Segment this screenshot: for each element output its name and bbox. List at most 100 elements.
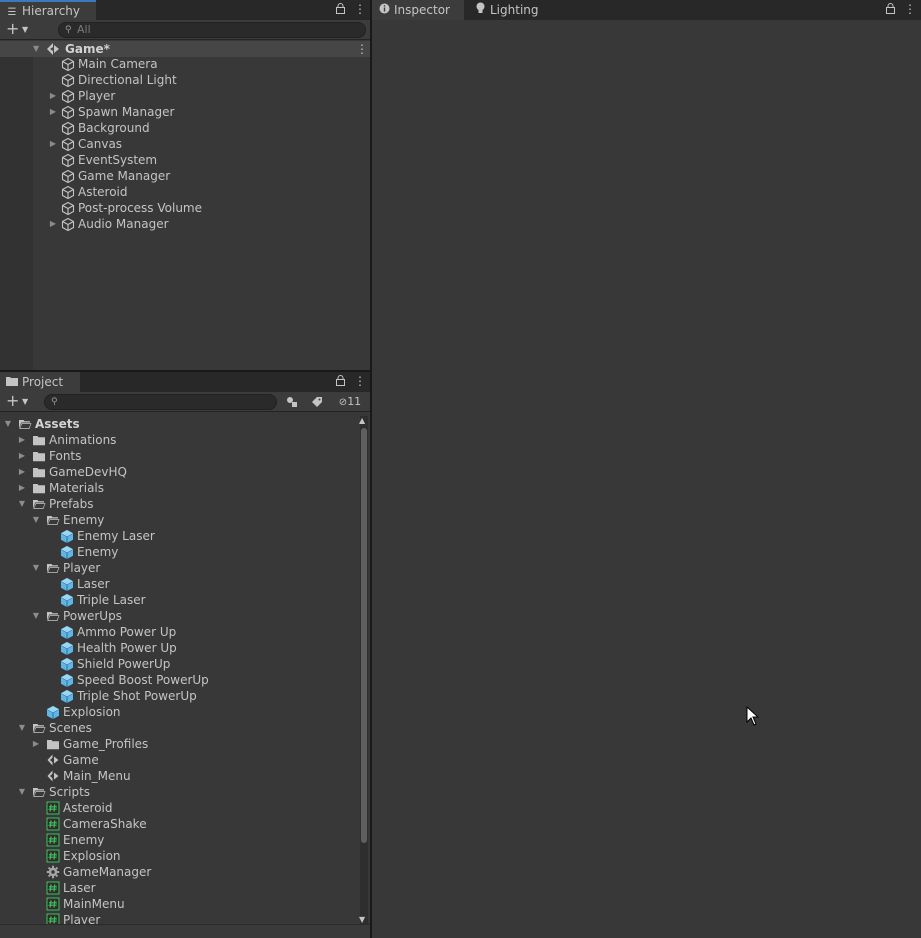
hierarchy-item-label: Main Camera [78, 57, 158, 71]
project-tree-item[interactable]: Main_Menu [0, 768, 370, 784]
hierarchy-item[interactable]: Main Camera [0, 56, 370, 72]
scene-menu-icon[interactable]: ⋮ [356, 41, 368, 57]
collapse-arrow-icon[interactable]: ▼ [31, 512, 41, 528]
project-tree-item[interactable]: Laser [0, 880, 370, 896]
project-tree-item[interactable]: Explosion [0, 848, 370, 864]
project-search-input[interactable]: ⚲ [44, 394, 277, 410]
project-tree-item[interactable]: Health Power Up [0, 640, 370, 656]
project-panel: Project ⋮ + ▼ ⚲ ⊘11 ▼ Assets ▶ Animations ▶ Fo… [0, 372, 370, 938]
project-tree-item[interactable]: GameManager [0, 864, 370, 880]
hidden-packages-button[interactable]: ⊘11 [333, 393, 367, 411]
scroll-down-icon[interactable]: ▼ [359, 915, 365, 924]
project-tree-item[interactable]: Enemy [0, 544, 370, 560]
hierarchy-item[interactable]: Directional Light [0, 72, 370, 88]
project-tree-item[interactable]: ▼ Scripts [0, 784, 370, 800]
project-tree-item[interactable]: ▶ Fonts [0, 448, 370, 464]
search-icon: ⚲ [65, 25, 72, 35]
create-button[interactable]: + ▼ [4, 21, 34, 39]
project-tree-item[interactable]: ▼ PowerUps [0, 608, 370, 624]
project-tree-item[interactable]: ▶ GameDevHQ [0, 464, 370, 480]
lock-icon[interactable] [336, 375, 345, 386]
hierarchy-item[interactable]: ▶ Audio Manager [0, 216, 370, 232]
project-tree-item[interactable]: Shield PowerUp [0, 656, 370, 672]
expand-arrow-icon[interactable]: ▶ [17, 432, 27, 448]
bulb-icon [474, 2, 486, 22]
prefab-icon [60, 593, 74, 607]
collapse-arrow-icon[interactable]: ▼ [17, 784, 27, 800]
kebab-menu-icon[interactable]: ⋮ [904, 2, 916, 16]
expand-arrow-icon[interactable]: ▶ [48, 216, 58, 232]
expand-arrow-icon[interactable]: ▶ [48, 104, 58, 120]
hierarchy-item[interactable]: EventSystem [0, 152, 370, 168]
project-tree-item[interactable]: Speed Boost PowerUp [0, 672, 370, 688]
hierarchy-item[interactable]: ▶ Canvas [0, 136, 370, 152]
project-tree-item-label: Laser [63, 881, 96, 895]
kebab-menu-icon[interactable]: ⋮ [354, 2, 366, 16]
project-scrollbar[interactable]: ▲ ▼ [359, 416, 368, 924]
prefab-icon [60, 657, 74, 671]
project-tree-item[interactable]: Enemy [0, 832, 370, 848]
project-tree-item[interactable]: ▼ Enemy [0, 512, 370, 528]
kebab-menu-icon[interactable]: ⋮ [354, 374, 366, 388]
project-tree-item[interactable]: Triple Shot PowerUp [0, 688, 370, 704]
hierarchy-item[interactable]: Post-process Volume [0, 200, 370, 216]
project-tree-item[interactable]: ▶ Animations [0, 432, 370, 448]
project-tree-item[interactable]: ▼ Prefabs [0, 496, 370, 512]
collapse-arrow-icon[interactable]: ▼ [17, 496, 27, 512]
project-tree-item[interactable]: Ammo Power Up [0, 624, 370, 640]
tab-inspector[interactable]: Inspector [372, 0, 464, 20]
expand-arrow-icon[interactable]: ▶ [17, 464, 27, 480]
project-tree-item[interactable]: MainMenu [0, 896, 370, 912]
collapse-arrow-icon[interactable]: ▼ [17, 720, 27, 736]
project-tree-item[interactable]: Asteroid [0, 800, 370, 816]
project-tree-item[interactable]: ▼ Assets [0, 416, 370, 432]
collapse-arrow-icon[interactable]: ▼ [31, 608, 41, 624]
project-tree-item[interactable]: ▶ Materials [0, 480, 370, 496]
scroll-up-icon[interactable]: ▲ [359, 416, 365, 425]
expand-arrow-icon[interactable]: ▶ [17, 480, 27, 496]
project-tree-item[interactable]: CameraShake [0, 816, 370, 832]
project-tree-item-label: MainMenu [63, 897, 125, 911]
tab-project[interactable]: Project [0, 372, 80, 392]
create-button[interactable]: + ▼ [4, 393, 34, 411]
hierarchy-item-label: Directional Light [78, 73, 177, 87]
gear-icon [46, 865, 60, 879]
filter-by-type-button[interactable] [282, 393, 302, 411]
project-tree-item[interactable]: ▼ Player [0, 560, 370, 576]
expand-arrow-icon[interactable]: ▶ [48, 88, 58, 104]
expand-arrow-icon[interactable]: ▶ [31, 736, 41, 752]
project-tree-item[interactable]: Laser [0, 576, 370, 592]
gameobject-icon [61, 169, 75, 184]
collapse-arrow-icon[interactable]: ▼ [31, 560, 41, 576]
expand-arrow-icon[interactable]: ▶ [17, 448, 27, 464]
project-tree-item[interactable]: Game [0, 752, 370, 768]
mouse-cursor-icon [746, 705, 760, 729]
project-tree-item-label: Triple Laser [77, 593, 146, 607]
hidden-packages-count: 11 [347, 395, 362, 408]
folder-icon [32, 449, 46, 463]
hierarchy-item[interactable]: Background [0, 120, 370, 136]
project-tree-item[interactable]: Explosion [0, 704, 370, 720]
scene-header[interactable]: ▼ Game* ⋮ [0, 41, 370, 57]
lock-icon[interactable] [336, 3, 345, 14]
tab-hierarchy[interactable]: ☰ Hierarchy [0, 0, 96, 20]
hierarchy-item[interactable]: Asteroid [0, 184, 370, 200]
scrollbar-thumb[interactable] [361, 428, 367, 843]
folder-open-icon [32, 497, 46, 511]
project-tree-item[interactable]: Enemy Laser [0, 528, 370, 544]
lock-icon[interactable] [886, 3, 895, 14]
script-icon [46, 881, 60, 895]
project-tree-item[interactable]: ▶ Game_Profiles [0, 736, 370, 752]
expand-arrow-icon[interactable]: ▼ [33, 41, 39, 57]
inspector-content [372, 20, 921, 938]
collapse-arrow-icon[interactable]: ▼ [3, 416, 13, 432]
hierarchy-item[interactable]: ▶ Spawn Manager [0, 104, 370, 120]
hierarchy-item[interactable]: ▶ Player [0, 88, 370, 104]
filter-by-label-button[interactable] [307, 393, 327, 411]
tab-lighting[interactable]: Lighting [468, 0, 548, 20]
expand-arrow-icon[interactable]: ▶ [48, 136, 58, 152]
hierarchy-search-input[interactable]: ⚲ All [58, 22, 366, 38]
project-tree-item[interactable]: ▼ Scenes [0, 720, 370, 736]
project-tree-item[interactable]: Triple Laser [0, 592, 370, 608]
hierarchy-item[interactable]: Game Manager [0, 168, 370, 184]
